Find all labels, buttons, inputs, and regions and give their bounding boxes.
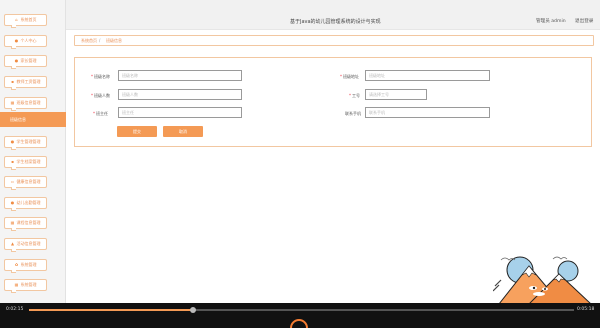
menu-item-tail	[11, 147, 16, 150]
page-title: 基于Java的幼儿园管理系统的设计与实现	[290, 19, 381, 25]
sidebar-item-label: 学生管理管理	[16, 139, 41, 144]
sidebar-item-student-files[interactable]: ▪ 学生档案管理	[4, 156, 47, 170]
sidebar-item-attendance[interactable]: ● 幼儿出勤管理	[4, 197, 47, 211]
class-size-input[interactable]: 班级人数	[118, 89, 242, 100]
sidebar-item-label: 系统管理	[20, 262, 37, 267]
submit-button[interactable]: 提交	[117, 126, 157, 137]
wallet-icon: ▪	[11, 79, 14, 84]
menu-item-tail	[11, 290, 16, 293]
menu-item-tail	[11, 46, 16, 49]
sidebar-item-label: 教师工资管理	[16, 79, 41, 84]
sidebar-item-label: 班级信息	[10, 116, 26, 122]
grid-icon: ▦	[10, 220, 15, 225]
class-name-input[interactable]: 班级名称	[118, 70, 242, 81]
current-user: 管理员 admin	[536, 19, 566, 24]
menu-item-tail	[11, 108, 16, 111]
class-address-label: *班级地址	[340, 74, 359, 79]
breadcrumb-home[interactable]: 系统首页	[81, 38, 97, 44]
phone-label: 联系手机	[345, 111, 361, 116]
sidebar-item-courses[interactable]: ▦ 课程信息管理	[4, 217, 47, 231]
menu-item-tail	[11, 87, 16, 90]
sidebar-item-label: 活动信息管理	[16, 241, 41, 246]
user-icon: ●	[10, 139, 15, 144]
heart-icon: ▫	[11, 179, 14, 184]
people-icon: ●	[14, 58, 19, 63]
gear-icon: ✿	[14, 262, 19, 267]
breadcrumb-separator: /	[99, 38, 101, 43]
head-teacher-input[interactable]: 班主任	[118, 107, 242, 118]
total-duration: 0:05:18	[577, 307, 595, 312]
sidebar-item-label: 系统首页	[20, 17, 37, 22]
sidebar-item-label: 家长管理	[20, 58, 37, 63]
app-window: ⌂ 系统首页 ● 个人中心 ● 家长管理 ▪ 教师工资管理 ▦ 班级信息管理 班…	[0, 0, 600, 303]
class-address-input[interactable]: 班级地址	[365, 70, 490, 81]
sidebar-item-label: 课程信息管理	[16, 220, 41, 225]
sidebar-item-label: 个人中心	[20, 38, 37, 43]
seek-handle[interactable]	[189, 307, 196, 313]
class-size-label: *班级人数	[91, 93, 110, 98]
sidebar-item-system-2[interactable]: ▦ 系统管理	[4, 279, 47, 293]
sidebar-item-health[interactable]: ▫ 健康信息管理	[4, 176, 47, 190]
user-icon: ●	[14, 38, 19, 43]
sidebar-item-label: 学生档案管理	[16, 159, 41, 164]
menu-item-tail	[11, 66, 16, 69]
sidebar-item-profile[interactable]: ● 个人中心	[4, 35, 47, 49]
sidebar-item-class-info-mgmt[interactable]: ▦ 班级信息管理	[4, 97, 47, 111]
home-icon: ⌂	[15, 17, 18, 22]
required-mark: *	[93, 111, 95, 116]
class-info-form: *班级名称 班级名称 *班级地址 班级地址 *班级人数 班级人数 *工号 请选择…	[74, 57, 592, 147]
sidebar-item-class-info[interactable]: 班级信息	[0, 112, 66, 127]
phone-input[interactable]: 联系手机	[365, 107, 490, 118]
sidebar-item-label: 班级信息管理	[16, 100, 41, 105]
menu-item-tail	[11, 167, 16, 170]
menu-item-tail	[11, 187, 16, 190]
sidebar-item-system[interactable]: ✿ 系统管理	[4, 259, 47, 273]
teacher-id-select[interactable]: 请选择工号	[365, 89, 427, 100]
flag-icon: ▲	[10, 241, 15, 246]
sidebar: ⌂ 系统首页 ● 个人中心 ● 家长管理 ▪ 教师工资管理 ▦ 班级信息管理 班…	[0, 0, 66, 303]
sidebar-item-label: 系统管理	[20, 282, 37, 287]
elapsed-time: 0:02:15	[6, 307, 24, 312]
grid-icon: ▦	[10, 100, 15, 105]
grid-icon: ▦	[14, 282, 19, 287]
required-mark: *	[349, 93, 351, 98]
user-icon: ●	[10, 200, 15, 205]
menu-item-tail	[11, 249, 16, 252]
top-header: 基于Java的幼儿园管理系统的设计与实现 管理员 admin 退出登录	[66, 0, 600, 30]
menu-item-tail	[11, 228, 16, 231]
required-mark: *	[91, 74, 93, 79]
sidebar-item-home[interactable]: ⌂ 系统首页	[4, 14, 47, 28]
breadcrumb: 系统首页 / 班级信息	[74, 35, 594, 46]
mountain-mascot-illustration	[493, 256, 591, 303]
required-mark: *	[91, 93, 93, 98]
seek-bar[interactable]	[29, 307, 574, 313]
sidebar-item-parents[interactable]: ● 家长管理	[4, 55, 47, 69]
required-mark: *	[340, 74, 342, 79]
sidebar-item-label: 幼儿出勤管理	[16, 200, 41, 205]
teacher-id-label: *工号	[349, 93, 360, 98]
sidebar-item-salary[interactable]: ▪ 教师工资管理	[4, 76, 47, 90]
sidebar-item-activities[interactable]: ▲ 活动信息管理	[4, 238, 47, 252]
seek-progress	[29, 309, 193, 311]
menu-item-tail	[11, 25, 16, 28]
breadcrumb-current: 班级信息	[106, 38, 122, 43]
menu-item-tail	[11, 270, 16, 273]
class-name-label: *班级名称	[91, 74, 110, 79]
sidebar-item-label: 健康信息管理	[16, 179, 41, 184]
menu-item-tail	[11, 208, 16, 211]
logout-link[interactable]: 退出登录	[575, 18, 593, 24]
cancel-button[interactable]: 取消	[163, 126, 203, 137]
head-teacher-label: *班主任	[93, 111, 108, 116]
sidebar-item-students[interactable]: ● 学生管理管理	[4, 136, 47, 150]
folder-icon: ▪	[11, 159, 14, 164]
